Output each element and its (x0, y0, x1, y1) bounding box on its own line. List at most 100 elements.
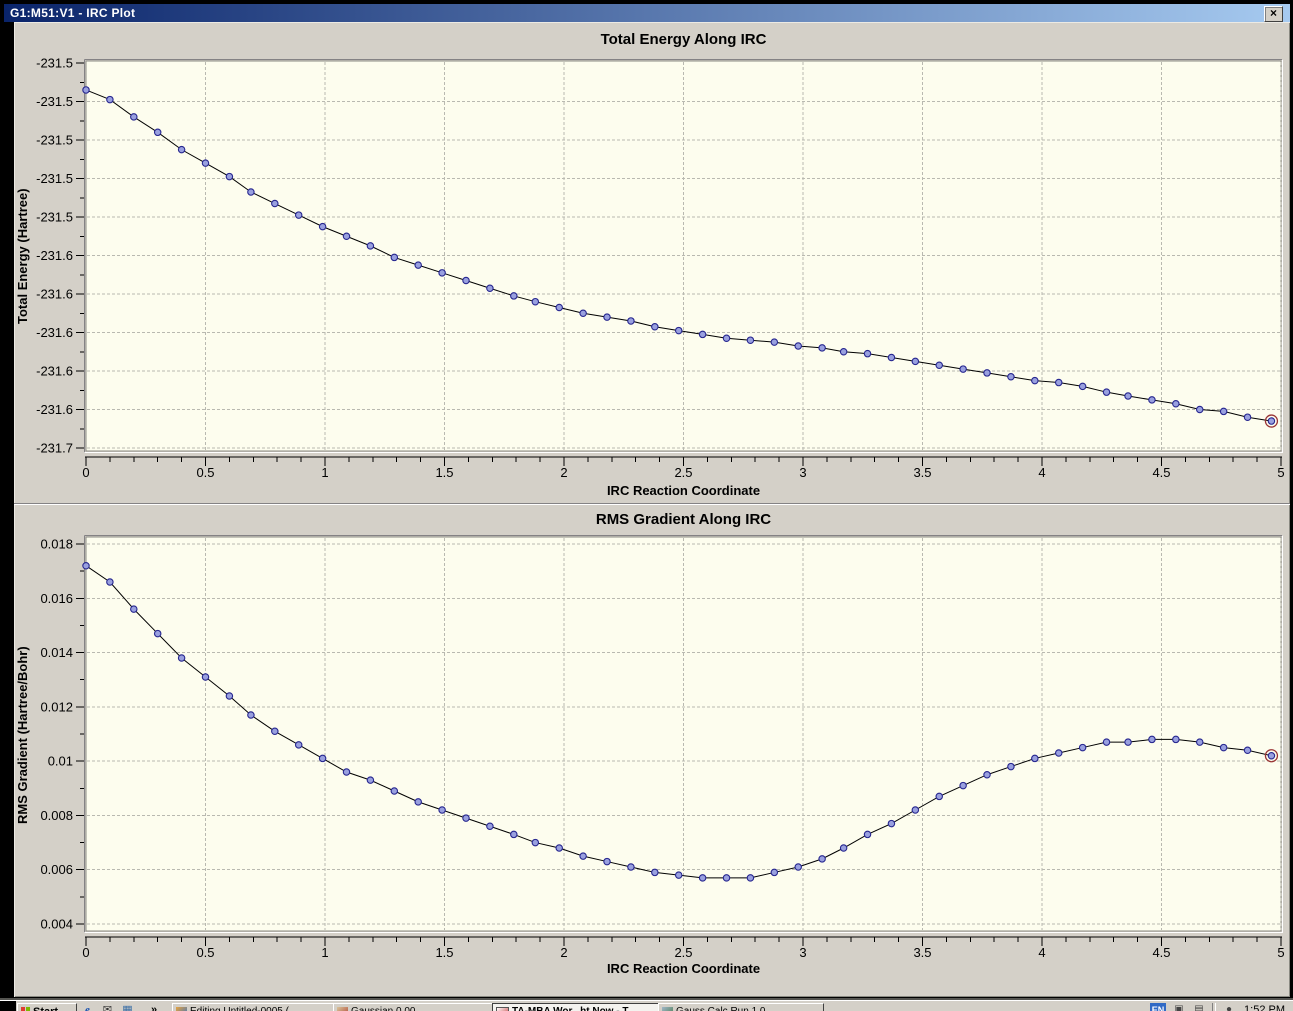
data-point[interactable] (794, 863, 802, 871)
data-point[interactable] (510, 292, 518, 300)
data-point[interactable] (746, 336, 755, 344)
data-point[interactable] (82, 561, 90, 570)
data-point[interactable] (983, 369, 991, 377)
data-point[interactable] (247, 711, 255, 719)
total-energy-plot[interactable]: -231.5 -231.5 -231.5 -231.5 -231.5 -231.6 -231… (14, 22, 1290, 502)
data-point[interactable] (959, 365, 967, 373)
window-titlebar[interactable]: G1:M51:V1 - IRC Plot × (4, 4, 1290, 22)
data-point[interactable] (1031, 376, 1039, 385)
data-point[interactable] (1172, 735, 1180, 744)
data-point[interactable] (271, 727, 279, 736)
tray-app-icon[interactable]: ● (1222, 1003, 1236, 1011)
data-point[interactable] (579, 309, 587, 317)
data-point[interactable] (342, 768, 351, 776)
data-point[interactable] (627, 317, 635, 325)
data-point[interactable] (1007, 373, 1015, 381)
tray-display-icon[interactable]: ▤ (1192, 1003, 1206, 1011)
data-point[interactable] (1031, 754, 1039, 763)
quicklaunch-overflow-chevron[interactable]: » (148, 1003, 160, 1011)
data-point[interactable] (887, 819, 896, 828)
data-point[interactable] (794, 342, 802, 350)
data-point[interactable] (1219, 407, 1228, 416)
data-point[interactable] (130, 113, 138, 121)
data-point[interactable] (177, 145, 186, 154)
data-point[interactable] (651, 322, 659, 331)
data-point[interactable] (603, 857, 611, 866)
show-desktop-icon[interactable]: ▦ (120, 1003, 135, 1011)
data-point[interactable] (1148, 735, 1156, 744)
data-point[interactable] (555, 303, 563, 312)
data-point[interactable] (698, 874, 707, 882)
data-point[interactable] (1054, 378, 1063, 387)
data-point[interactable] (1195, 405, 1204, 414)
data-point[interactable] (390, 253, 399, 262)
data-point[interactable] (1102, 738, 1111, 746)
data-point[interactable] (82, 86, 90, 94)
data-point[interactable] (1124, 738, 1132, 746)
data-point[interactable] (366, 776, 375, 784)
data-point[interactable] (201, 159, 210, 167)
start-button[interactable]: Start (17, 1003, 77, 1011)
data-point[interactable] (935, 792, 943, 801)
data-point[interactable] (1243, 413, 1252, 421)
language-indicator[interactable]: EN (1150, 1003, 1167, 1011)
data-point[interactable] (651, 868, 659, 877)
data-point[interactable] (983, 770, 991, 779)
data-point[interactable] (911, 806, 920, 814)
data-point[interactable] (674, 871, 683, 879)
internet-explorer-icon[interactable]: e (80, 1003, 95, 1011)
data-point[interactable] (1267, 751, 1276, 760)
data-point[interactable] (1078, 382, 1087, 391)
data-point[interactable] (746, 874, 755, 882)
data-point[interactable] (153, 128, 162, 137)
data-point[interactable] (1054, 749, 1063, 757)
data-point[interactable] (342, 232, 351, 241)
data-point[interactable] (318, 222, 327, 231)
data-point[interactable] (1007, 762, 1015, 771)
data-point[interactable] (1243, 746, 1252, 755)
data-point[interactable] (818, 855, 826, 863)
data-point[interactable] (863, 830, 872, 839)
data-point[interactable] (959, 781, 967, 790)
data-point[interactable] (271, 199, 279, 208)
data-point[interactable] (1219, 743, 1228, 752)
data-point[interactable] (1124, 392, 1132, 400)
data-point[interactable] (627, 863, 635, 871)
data-point[interactable] (462, 814, 470, 822)
task-button-4[interactable]: Gauss Calc Run 1.0... (658, 1003, 824, 1011)
data-point[interactable] (106, 578, 114, 586)
data-point[interactable] (438, 269, 446, 277)
data-point[interactable] (911, 357, 920, 366)
data-point[interactable] (486, 284, 494, 292)
data-point[interactable] (770, 338, 779, 346)
task-button-2[interactable]: Gaussian 0.00 (333, 1003, 493, 1011)
data-point[interactable] (1195, 738, 1204, 746)
data-point[interactable] (366, 242, 375, 250)
data-point[interactable] (579, 852, 587, 860)
data-point[interactable] (818, 344, 826, 352)
data-point[interactable] (674, 326, 683, 335)
data-point[interactable] (510, 830, 518, 839)
mail-icon[interactable]: ✉ (100, 1003, 115, 1011)
data-point[interactable] (1267, 417, 1276, 425)
data-point[interactable] (462, 276, 470, 285)
data-point[interactable] (177, 654, 186, 662)
data-point[interactable] (294, 211, 303, 219)
data-point[interactable] (201, 673, 210, 681)
task-button-1[interactable]: Editing Untitled-0005 (... (172, 1003, 336, 1011)
data-point[interactable] (722, 874, 731, 882)
data-point[interactable] (1078, 743, 1087, 752)
data-point[interactable] (887, 353, 896, 362)
close-button[interactable]: × (1264, 6, 1283, 22)
data-point[interactable] (153, 629, 162, 638)
tray-volume-icon[interactable]: ▣ (1172, 1003, 1186, 1011)
data-point[interactable] (698, 330, 707, 339)
data-point[interactable] (390, 787, 399, 795)
data-point[interactable] (1148, 396, 1156, 404)
data-point[interactable] (414, 261, 422, 269)
data-point[interactable] (438, 806, 446, 814)
data-point[interactable] (106, 95, 114, 104)
data-point[interactable] (294, 741, 303, 749)
data-point[interactable] (839, 347, 848, 356)
data-point[interactable] (839, 844, 848, 852)
